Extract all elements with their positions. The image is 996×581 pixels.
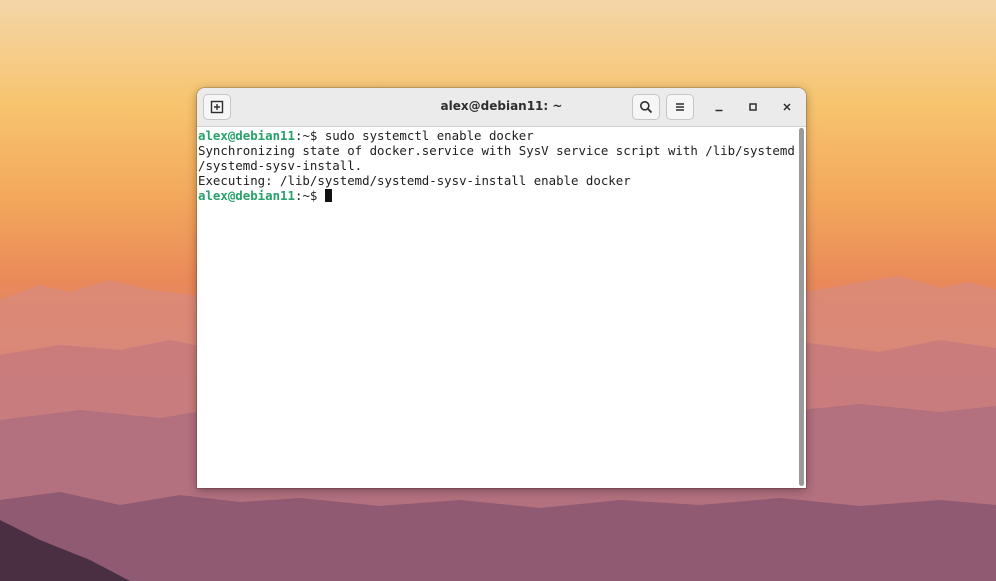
maximize-icon <box>749 103 757 111</box>
command-text: sudo systemctl enable docker <box>324 128 534 143</box>
terminal-text-area[interactable]: alex@debian11:~$ sudo systemctl enable d… <box>197 127 806 488</box>
output-line: /systemd-sysv-install. <box>198 158 363 173</box>
menu-button[interactable] <box>666 94 694 120</box>
minimize-icon <box>715 109 723 112</box>
new-tab-button[interactable] <box>203 94 231 120</box>
new-tab-icon <box>210 100 224 114</box>
prompt-user: alex@debian11 <box>198 128 295 143</box>
window-headerbar[interactable]: alex@debian11: ~ <box>197 88 806 127</box>
terminal-window: alex@debian11: ~ alex@debian11:~$ sudo s… <box>197 88 806 488</box>
minimize-button[interactable] <box>708 96 730 118</box>
command-line: alex@debian11:~$ sudo systemctl enable d… <box>198 128 806 143</box>
output-line: Synchronizing state of docker.service wi… <box>198 143 795 158</box>
search-icon <box>640 101 653 114</box>
close-button[interactable] <box>776 96 798 118</box>
scrollbar-thumb[interactable] <box>799 128 804 486</box>
search-button[interactable] <box>632 94 660 120</box>
prompt-suffix: :~$ <box>294 188 325 203</box>
close-icon <box>783 103 791 111</box>
prompt-suffix: :~$ <box>294 128 325 143</box>
prompt-user: alex@debian11 <box>198 188 295 203</box>
vertical-scrollbar[interactable] <box>799 128 804 486</box>
maximize-button[interactable] <box>742 96 764 118</box>
output-line: Executing: /lib/systemd/systemd-sysv-ins… <box>198 173 631 188</box>
text-cursor <box>324 189 332 202</box>
current-prompt-line: alex@debian11:~$ <box>198 188 806 203</box>
hamburger-menu-icon <box>676 103 684 111</box>
